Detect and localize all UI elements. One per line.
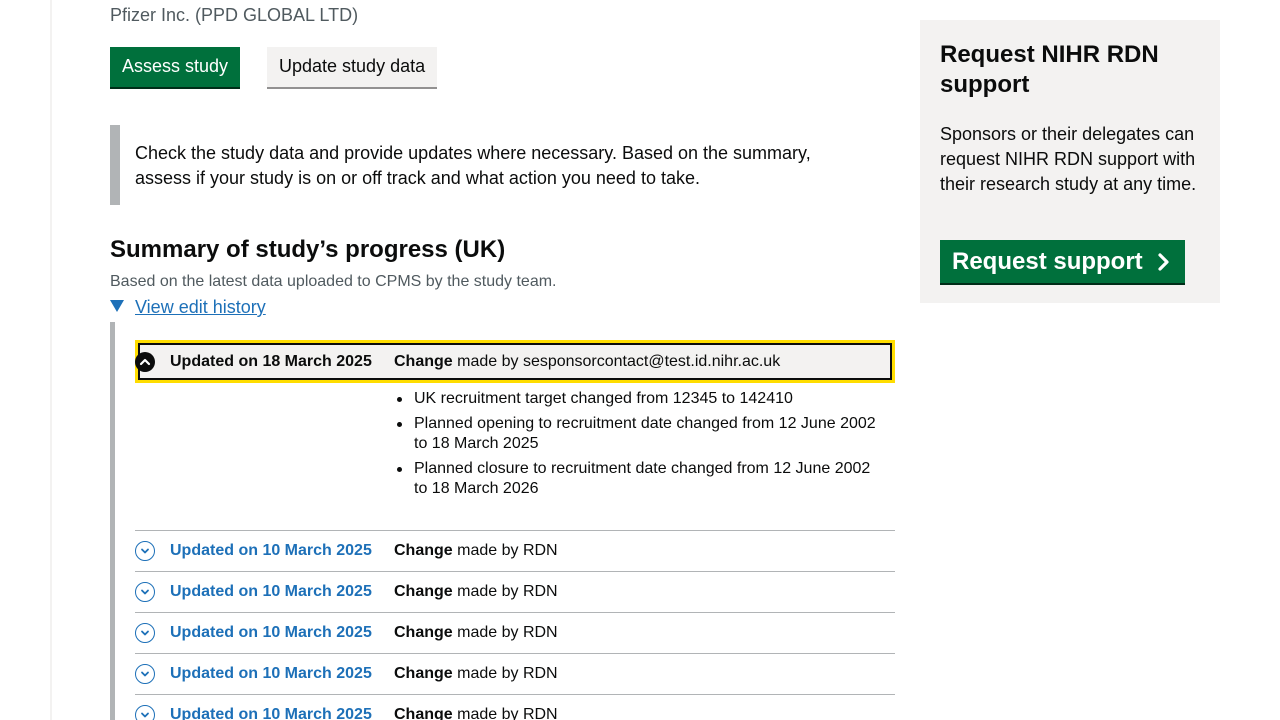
history-item-header[interactable]: Updated on 10 March 2025 Change made by …: [135, 613, 895, 653]
history-item-date: Updated on 10 March 2025: [170, 665, 372, 682]
summary-title: Summary of study’s progress (UK): [110, 236, 506, 263]
view-edit-history-link[interactable]: View edit history: [135, 297, 266, 317]
change-label: Change: [394, 665, 453, 682]
sponsor-name: Pfizer Inc. (PPD GLOBAL LTD): [110, 5, 359, 25]
chevron-down-icon: [135, 582, 155, 602]
edit-history-panel: Updated on 18 March 2025 Change made by …: [110, 322, 895, 720]
list-item: Planned closure to recruitment date chan…: [394, 459, 884, 499]
made-by-text: made by RDN: [457, 706, 558, 720]
chevron-up-icon: [135, 352, 155, 372]
change-label: Change: [394, 583, 453, 600]
sidebar-text: Sponsors or their delegates can request …: [940, 124, 1197, 194]
history-item-change: Change made by RDN: [394, 705, 558, 720]
summary-subtitle: Based on the latest data uploaded to CPM…: [110, 273, 557, 290]
view-edit-history-toggle[interactable]: View edit history: [110, 296, 266, 318]
history-item-header[interactable]: Updated on 10 March 2025 Change made by …: [135, 572, 895, 612]
history-item-expanded[interactable]: Updated on 18 March 2025 Change made by …: [135, 340, 895, 383]
history-item-change: Change made by RDN: [394, 664, 558, 684]
history-item-date: Updated on 10 March 2025: [170, 706, 372, 720]
list-item: Planned opening to recruitment date chan…: [394, 414, 884, 454]
request-support-button[interactable]: Request support: [940, 240, 1185, 283]
chevron-down-icon: [135, 541, 155, 561]
history-item-collapsed[interactable]: Updated on 10 March 2025 Change made by …: [135, 653, 895, 694]
made-by-text: made by sesponsorcontact@test.id.nihr.ac…: [457, 353, 781, 370]
history-item-header[interactable]: Updated on 10 March 2025 Change made by …: [135, 531, 895, 571]
change-label: Change: [394, 624, 453, 641]
made-by-text: made by RDN: [457, 665, 558, 682]
history-item-date: Updated on 10 March 2025: [170, 583, 372, 600]
made-by-text: made by RDN: [457, 542, 558, 559]
assess-study-button[interactable]: Assess study: [110, 47, 241, 87]
history-item-change: Change made by RDN: [394, 623, 558, 643]
sidebar-title: Request NIHR RDN support: [940, 41, 1159, 98]
history-item-collapsed[interactable]: Updated on 10 March 2025 Change made by …: [135, 530, 895, 571]
change-list: UK recruitment target changed from 12345…: [394, 389, 884, 504]
history-item-header[interactable]: Updated on 18 March 2025 Change made by …: [135, 342, 895, 382]
history-item-collapsed[interactable]: Updated on 10 March 2025 Change made by …: [135, 612, 895, 653]
made-by-text: made by RDN: [457, 624, 558, 641]
history-item-header[interactable]: Updated on 10 March 2025 Change made by …: [135, 695, 895, 720]
change-label: Change: [394, 353, 453, 370]
history-item-change: Change made by sesponsorcontact@test.id.…: [394, 352, 780, 372]
history-item-collapsed[interactable]: Updated on 10 March 2025 Change made by …: [135, 571, 895, 612]
request-support-label: Request support: [952, 248, 1143, 275]
history-item-change: Change made by RDN: [394, 582, 558, 602]
chevron-down-icon: [135, 664, 155, 684]
history-item-date: Updated on 10 March 2025: [170, 542, 372, 559]
inset-text: Check the study data and provide updates…: [110, 125, 850, 205]
list-item: UK recruitment target changed from 12345…: [394, 389, 884, 409]
history-item-date: Updated on 18 March 2025: [170, 353, 372, 370]
request-support-panel: Request NIHR RDN support Sponsors or the…: [920, 20, 1220, 303]
page-border: [50, 0, 52, 720]
chevron-down-icon: [135, 623, 155, 643]
history-item-header[interactable]: Updated on 10 March 2025 Change made by …: [135, 654, 895, 694]
chevron-right-icon: [1158, 253, 1169, 271]
made-by-text: made by RDN: [457, 583, 558, 600]
history-item-change: Change made by RDN: [394, 541, 558, 561]
change-label: Change: [394, 542, 453, 559]
triangle-down-icon: [110, 300, 124, 312]
history-item-date: Updated on 10 March 2025: [170, 624, 372, 641]
change-label: Change: [394, 706, 453, 720]
chevron-down-icon: [135, 705, 155, 720]
update-study-data-button[interactable]: Update study data: [267, 47, 438, 87]
history-item-collapsed[interactable]: Updated on 10 March 2025 Change made by …: [135, 694, 895, 720]
